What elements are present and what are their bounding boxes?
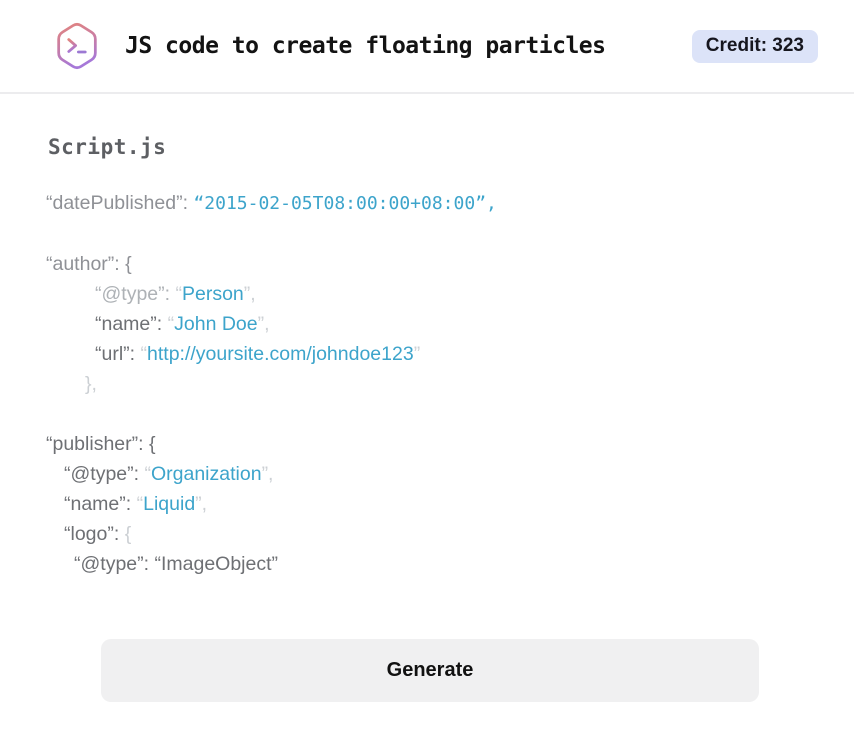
code-segment: Person: [181, 283, 244, 305]
code-segment: “author”: [46, 253, 115, 275]
generate-button[interactable]: Generate: [101, 639, 759, 702]
code-segment: : {: [114, 253, 132, 275]
code-line: “@type”: “Organization”,: [46, 459, 806, 489]
code-segment: :: [182, 192, 194, 214]
code-line: “@type”: “ImageObject”: [46, 549, 806, 579]
script-filename: Script.js: [48, 135, 167, 159]
code-segment: :: [156, 313, 168, 335]
code-segment: ”,: [261, 463, 274, 485]
code-line: “@type”: “Person”,: [46, 279, 806, 309]
code-segment: },: [85, 373, 97, 395]
credit-badge: Credit: 323: [691, 29, 818, 63]
code-line: “publisher”: {: [46, 429, 806, 459]
code-segment: “@type”: [74, 553, 144, 575]
code-segment: ”: [413, 343, 421, 365]
code-segment: “logo”: [64, 523, 114, 545]
code-segment: “publisher”: [46, 433, 139, 455]
code-segment: “name”: [95, 313, 157, 335]
code-segment: :: [125, 493, 137, 515]
code-segment: : {: [138, 433, 156, 455]
code-segment: ”,: [243, 283, 256, 305]
code-segment: :: [129, 343, 141, 365]
header: JS code to create floating particles Cre…: [0, 0, 854, 94]
code-segment: “2015-02-05T08:00:00+08:00”,: [193, 193, 497, 214]
code-segment: “@type”: [64, 463, 134, 485]
code-segment: :: [113, 523, 125, 545]
code-line: “url”: “http://yoursite.com/johndoe123”: [46, 339, 806, 369]
button-row: Generate: [46, 639, 806, 702]
code-segment: “url”: [95, 343, 130, 365]
code-segment: John Doe: [174, 313, 258, 335]
code-segment: “@type”: [95, 283, 165, 305]
code-segment: :: [143, 553, 155, 575]
code-line: “name”: “Liquid”,: [46, 489, 806, 519]
code-segment: http://yoursite.com/johndoe123: [147, 343, 414, 365]
code-segment: :: [164, 283, 176, 305]
code-line: “datePublished”: “2015-02-05T08:00:00+08…: [46, 188, 806, 219]
code-segment: ”,: [257, 313, 270, 335]
code-segment: Organization: [150, 463, 262, 485]
code-line: “logo”: {: [46, 519, 806, 549]
page-title: JS code to create floating particles: [125, 33, 606, 59]
code-block: “datePublished”: “2015-02-05T08:00:00+08…: [46, 188, 806, 579]
code-segment: “datePublished”: [46, 192, 183, 214]
code-line: “author”: {: [46, 249, 806, 279]
code-segment: ”,: [195, 493, 208, 515]
main-content: Script.js “datePublished”: “2015-02-05T0…: [0, 94, 854, 702]
code-segment: “name”: [64, 493, 126, 515]
code-segment: :: [133, 463, 145, 485]
code-segment: “ImageObject”: [154, 553, 279, 575]
code-segment: Liquid: [143, 493, 196, 515]
code-line: “name”: “John Doe”,: [46, 309, 806, 339]
code-line: },: [46, 369, 806, 399]
terminal-hexagon-icon: [57, 22, 97, 70]
code-segment: {: [124, 523, 132, 545]
